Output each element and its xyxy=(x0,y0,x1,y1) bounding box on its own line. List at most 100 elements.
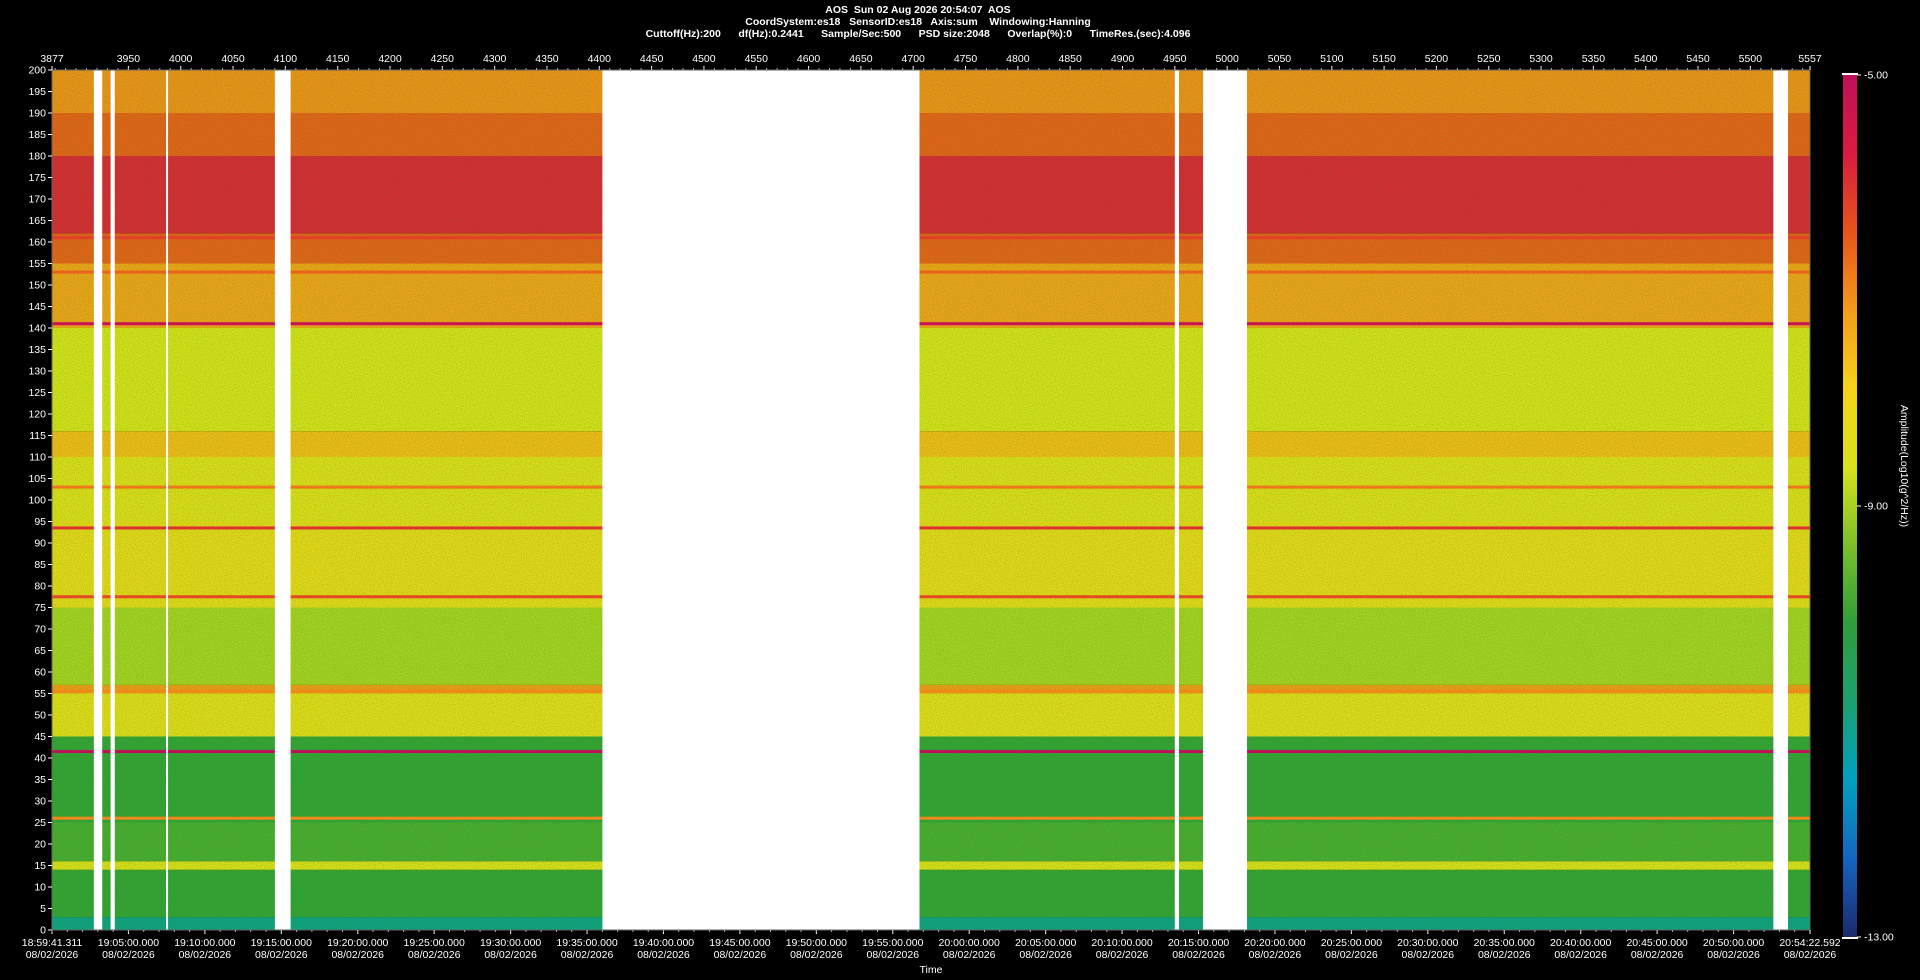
y-tick-label: 30 xyxy=(34,796,46,808)
tonal-line xyxy=(52,816,1810,820)
time-tick-label: 20:05:00.000 xyxy=(1015,937,1076,949)
y-tick-label: 10 xyxy=(34,882,46,894)
y-tick-label: 60 xyxy=(34,667,46,679)
date-tick-label: 08/02/2026 xyxy=(561,949,614,961)
y-tick-label: 90 xyxy=(34,538,46,550)
data-gap xyxy=(1773,70,1789,930)
date-tick-label: 08/02/2026 xyxy=(255,949,308,961)
y-tick-label: 180 xyxy=(28,151,46,163)
data-gap xyxy=(274,70,291,930)
date-tick-label: 08/02/2026 xyxy=(714,949,767,961)
top-axis-label: 4250 xyxy=(431,53,455,65)
date-tick-label: 08/02/2026 xyxy=(1249,949,1302,961)
date-tick-label: 08/02/2026 xyxy=(1096,949,1149,961)
y-tick-label: 80 xyxy=(34,581,46,593)
y-tick-label: 50 xyxy=(34,710,46,722)
y-tick-label: 190 xyxy=(28,108,46,120)
colorbar-top-marker xyxy=(1842,73,1858,75)
time-tick-label: 20:10:00.000 xyxy=(1091,937,1152,949)
top-axis-label: 5450 xyxy=(1686,53,1710,65)
data-gap xyxy=(1203,70,1248,930)
date-tick-label: 08/02/2026 xyxy=(1631,949,1684,961)
colorbar xyxy=(1843,75,1857,937)
date-tick-label: 08/02/2026 xyxy=(637,949,690,961)
tonal-line xyxy=(52,236,1810,240)
time-tick-label: 19:20:00.000 xyxy=(327,937,388,949)
y-tick-label: 75 xyxy=(34,602,46,614)
time-tick-label: 19:40:00.000 xyxy=(633,937,694,949)
y-tick-label: 160 xyxy=(28,237,46,249)
spectrogram-chart: 2001951901851801751701651601551501451401… xyxy=(22,53,1910,976)
top-axis-label: 4900 xyxy=(1111,53,1135,65)
time-tick-label: 19:35:00.000 xyxy=(556,937,617,949)
tonal-line xyxy=(52,526,1810,530)
y-tick-label: 20 xyxy=(34,839,46,851)
tonal-line xyxy=(52,750,1810,754)
y-tick-label: 85 xyxy=(34,559,46,571)
top-axis-label: 4400 xyxy=(588,53,612,65)
y-tick-label: 125 xyxy=(28,387,46,399)
time-tick-label: 19:30:00.000 xyxy=(480,937,541,949)
date-tick-label: 08/02/2026 xyxy=(943,949,996,961)
y-tick-label: 155 xyxy=(28,258,46,270)
time-tick-label: 20:45:00.000 xyxy=(1626,937,1687,949)
date-tick-label: 08/02/2026 xyxy=(484,949,537,961)
top-axis-label: 5100 xyxy=(1320,53,1344,65)
date-tick-label: 08/02/2026 xyxy=(1784,949,1837,961)
y-tick-label: 130 xyxy=(28,366,46,378)
top-axis-label: 4800 xyxy=(1006,53,1030,65)
top-axis-label: 4200 xyxy=(378,53,402,65)
top-axis-label: 5250 xyxy=(1477,53,1501,65)
top-axis-label: 5400 xyxy=(1634,53,1658,65)
y-tick-label: 25 xyxy=(34,817,46,829)
y-tick-label: 165 xyxy=(28,215,46,227)
tonal-line xyxy=(52,322,1810,326)
y-tick-label: 185 xyxy=(28,129,46,141)
top-axis-label: 5500 xyxy=(1739,53,1763,65)
date-tick-label: 08/02/2026 xyxy=(179,949,232,961)
time-tick-label: 20:35:00.000 xyxy=(1474,937,1535,949)
colorbar-label: Amplitude(Log10(g^2/Hz)) xyxy=(1898,405,1910,527)
top-axis-label: 5000 xyxy=(1215,53,1239,65)
tonal-line xyxy=(52,595,1810,599)
y-tick-label: 0 xyxy=(40,925,46,937)
data-gap xyxy=(110,70,115,930)
top-axis-label: 4700 xyxy=(902,53,926,65)
data-gap xyxy=(1174,70,1180,930)
top-axis-label: 4100 xyxy=(274,53,298,65)
time-tick-label: 20:50:00.000 xyxy=(1703,937,1764,949)
top-axis-label: 4300 xyxy=(483,53,507,65)
time-tick-label: 19:45:00.000 xyxy=(709,937,770,949)
y-tick-label: 120 xyxy=(28,409,46,421)
time-tick-label: 20:00:00.000 xyxy=(939,937,1000,949)
date-tick-label: 08/02/2026 xyxy=(102,949,155,961)
top-axis-label: 3950 xyxy=(117,53,141,65)
data-gap xyxy=(93,70,103,930)
time-tick-label: 20:54:22.592 xyxy=(1779,937,1840,949)
top-axis-label: 4000 xyxy=(169,53,193,65)
date-tick-label: 08/02/2026 xyxy=(1019,949,1072,961)
time-tick-label: 19:25:00.000 xyxy=(404,937,465,949)
y-tick-label: 110 xyxy=(29,452,46,464)
colorbar-tick-label: -13.00 xyxy=(1864,932,1894,944)
y-tick-label: 150 xyxy=(28,280,46,292)
tonal-line xyxy=(52,270,1810,274)
date-tick-label: 08/02/2026 xyxy=(1402,949,1455,961)
top-axis-label: 4500 xyxy=(692,53,716,65)
top-axis-label: 4850 xyxy=(1058,53,1082,65)
y-tick-label: 45 xyxy=(34,731,46,743)
date-tick-label: 08/02/2026 xyxy=(1554,949,1607,961)
date-tick-label: 08/02/2026 xyxy=(1707,949,1760,961)
x-axis-label: Time xyxy=(920,964,943,976)
date-tick-label: 08/02/2026 xyxy=(867,949,920,961)
top-axis-label: 4350 xyxy=(535,53,559,65)
y-tick-label: 65 xyxy=(34,645,46,657)
time-tick-label: 19:10:00.000 xyxy=(174,937,235,949)
top-axis-label: 4550 xyxy=(745,53,769,65)
noise-texture xyxy=(52,70,1810,930)
y-tick-label: 55 xyxy=(34,688,46,700)
y-tick-label: 175 xyxy=(28,172,46,184)
y-tick-label: 5 xyxy=(40,903,46,915)
time-tick-label: 20:20:00.000 xyxy=(1244,937,1305,949)
y-tick-label: 135 xyxy=(28,344,46,356)
